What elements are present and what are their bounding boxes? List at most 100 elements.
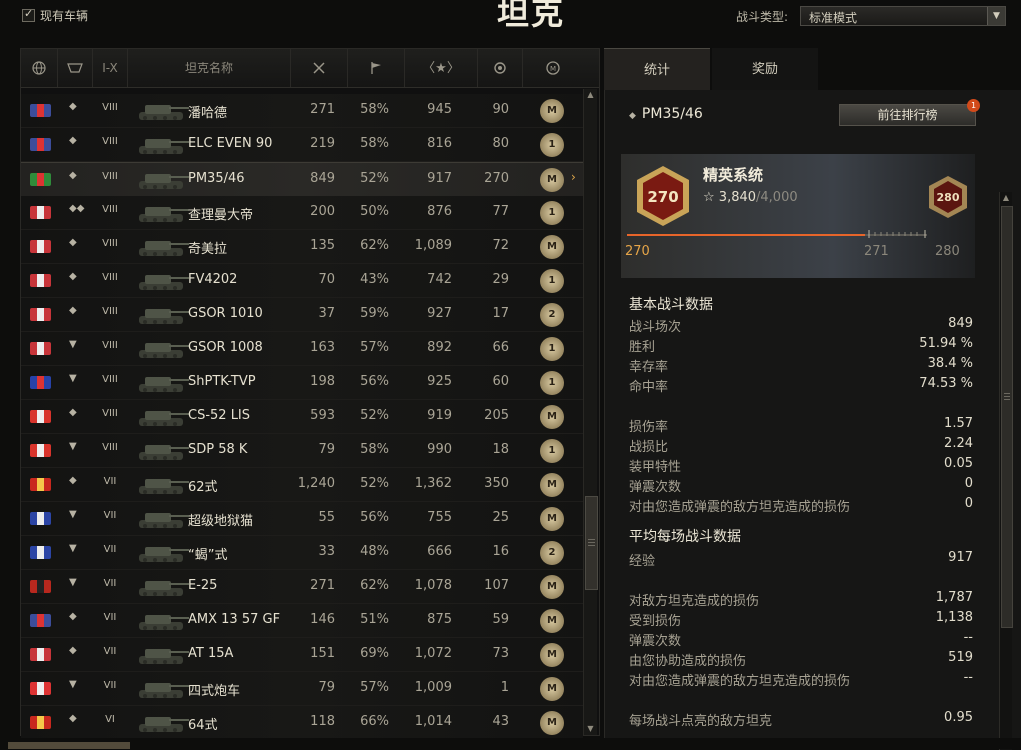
avg-xp-cell: 917: [427, 171, 452, 186]
table-row[interactable]: ◆ VIII 奇美拉 135 62% 1,089 72 M: [21, 230, 583, 264]
chevron-up-icon[interactable]: ▲: [1000, 192, 1012, 204]
table-row[interactable]: ◆ VIII GSOR 1010 37 59% 927 17 2: [21, 298, 583, 332]
notification-badge: 1: [967, 99, 980, 112]
tank-type-icon: ◆: [69, 170, 77, 181]
tank-type-icon[interactable]: [58, 49, 93, 87]
table-row[interactable]: ◆ VIII 潘哈德 271 58% 945 90 M: [21, 94, 583, 128]
nation-flag-icon: [30, 240, 51, 253]
tier-cell: VII: [103, 680, 117, 691]
table-row[interactable]: ▼ VII E-25 271 62% 1,078 107 M: [21, 570, 583, 604]
table-row[interactable]: ◆ VII AT 15A 151 69% 1,072 73 M: [21, 638, 583, 672]
tank-image-icon: [139, 139, 189, 154]
avg-xp-cell: 990: [427, 442, 452, 457]
name-column-header[interactable]: 坦克名称: [128, 49, 291, 87]
mark-cell: 25: [492, 510, 509, 525]
stat-value: 1.57: [944, 416, 973, 431]
tank-image-icon: [139, 581, 189, 596]
globe-icon[interactable]: [21, 49, 58, 87]
nation-flag-icon: [30, 138, 51, 151]
chevron-down-icon[interactable]: ▼: [987, 7, 1005, 25]
battles-cell: 163: [310, 340, 335, 355]
show-owned-label[interactable]: 现有车辆: [40, 7, 88, 24]
stat-row: 幸存率 38.4 %: [629, 356, 973, 376]
flag-icon[interactable]: [348, 49, 405, 87]
table-row[interactable]: ◆ VIII ELC EVEN 90 219 58% 816 80 1: [21, 128, 583, 162]
avg-xp-cell: 892: [427, 340, 452, 355]
mastery-icon[interactable]: M: [523, 49, 583, 87]
tank-name: 奇美拉: [188, 242, 228, 257]
svg-text:M: M: [550, 65, 556, 73]
mastery-badge-icon: M: [540, 643, 564, 667]
battle-type-select[interactable]: 标准模式 ▼: [800, 6, 1006, 26]
tank-list-panel: I-X 坦克名称 〈★〉 M ◆ VIII 潘哈德 271 58% 945 90 M ◆ VIII…: [20, 48, 600, 740]
star-icon[interactable]: 〈★〉: [405, 49, 478, 87]
stat-value: 2.24: [944, 436, 973, 451]
tier-cell: VI: [105, 714, 115, 725]
list-scroll-thumb[interactable]: [585, 496, 598, 590]
table-row[interactable]: ▼ VII 四式炮车 79 57% 1,009 1 M: [21, 672, 583, 706]
bottom-progress: [8, 742, 130, 749]
mastery-badge-icon: 2: [540, 303, 564, 327]
mark-cell: 59: [492, 612, 509, 627]
list-scrollbar[interactable]: ▲ ▼: [583, 89, 598, 735]
stat-value: 0: [964, 476, 973, 491]
table-row[interactable]: ◆ VII AMX 13 57 GF 146 51% 875 59 M: [21, 604, 583, 638]
winrate-cell: 52%: [360, 476, 389, 491]
tab-bar: 统计 奖励: [604, 48, 1021, 91]
tank-name: 62式: [188, 480, 218, 495]
stat-row: 每场战斗点亮的敌方坦克 0.95: [629, 710, 973, 730]
avg-xp-cell: 666: [427, 544, 452, 559]
avg-xp-cell: 925: [427, 374, 452, 389]
nation-flag-icon: [30, 614, 51, 627]
tank-image-icon: [139, 513, 189, 528]
chevron-up-icon[interactable]: ▲: [584, 89, 597, 101]
go-to-leaderboard-button[interactable]: 前往排行榜: [839, 104, 976, 126]
progress-label-end: 280: [935, 244, 960, 259]
tab-awards[interactable]: 奖励: [712, 48, 818, 90]
tier-cell: VII: [103, 612, 117, 623]
nation-flag-icon: [30, 478, 51, 491]
table-row[interactable]: ◆ VIII FV4202 70 43% 742 29 1: [21, 264, 583, 298]
table-row[interactable]: ◆ VII 62式 1,240 52% 1,362 350 M: [21, 468, 583, 502]
stat-row: 对敌方坦克造成的损伤 1,787: [629, 590, 973, 610]
tier-cell: VII: [103, 646, 117, 657]
winrate-cell: 58%: [360, 442, 389, 457]
stats-scroll-thumb[interactable]: [1001, 206, 1013, 628]
tab-statistics[interactable]: 统计: [604, 48, 710, 91]
tank-image-icon: [139, 309, 189, 324]
table-row[interactable]: ▼ VII “蝎”式 33 48% 666 16 2: [21, 536, 583, 570]
tank-name: 查理曼大帝: [188, 208, 254, 223]
tier-column-header[interactable]: I-X: [93, 49, 128, 87]
tier-cell: VIII: [102, 306, 118, 317]
nation-flag-icon: [30, 512, 51, 525]
show-owned-checkbox[interactable]: [22, 7, 35, 22]
table-row[interactable]: ◆ VIII PM35/46 849 52% 917 270 M ›: [21, 162, 583, 197]
table-row[interactable]: ▼ VIII ShPTK-TVP 198 56% 925 60 1: [21, 366, 583, 400]
progress-ticks: [868, 230, 926, 238]
stats-scrollbar[interactable]: ▲ ▼: [999, 192, 1013, 750]
table-row[interactable]: ◆ VI 64式 118 66% 1,014 43 M: [21, 706, 583, 740]
table-row[interactable]: ◆ VIII CS-52 LIS 593 52% 919 205 M: [21, 400, 583, 434]
tank-type-icon: ◆◆: [69, 203, 85, 214]
mastery-badge-icon: M: [540, 609, 564, 633]
winrate-cell: 58%: [360, 136, 389, 151]
table-row[interactable]: ▼ VII 超级地狱猫 55 56% 755 25 M: [21, 502, 583, 536]
nation-flag-icon: [30, 104, 51, 117]
table-row[interactable]: ▼ VIII GSOR 1008 163 57% 892 66 1: [21, 332, 583, 366]
tank-name: “蝎”式: [188, 548, 228, 563]
table-row[interactable]: ◆◆ VIII 查理曼大帝 200 50% 876 77 1: [21, 196, 583, 230]
table-row[interactable]: ▼ VIII SDP 58 K 79 58% 990 18 1: [21, 434, 583, 468]
nation-flag-icon: [30, 410, 51, 423]
stat-row: 经验 917: [629, 550, 973, 570]
chevron-down-icon[interactable]: ▼: [584, 723, 597, 735]
tank-image-icon: [139, 207, 189, 222]
stat-value: --: [963, 630, 973, 645]
stat-label: 损伤率: [629, 420, 669, 435]
battles-icon[interactable]: [291, 49, 348, 87]
tank-type-icon: ◆: [629, 111, 636, 121]
mastery-badge-icon: M: [540, 168, 564, 192]
stat-value: 0.95: [944, 710, 973, 725]
battles-cell: 593: [310, 408, 335, 423]
tank-type-icon: ◆: [69, 713, 77, 724]
target-icon[interactable]: [478, 49, 523, 87]
